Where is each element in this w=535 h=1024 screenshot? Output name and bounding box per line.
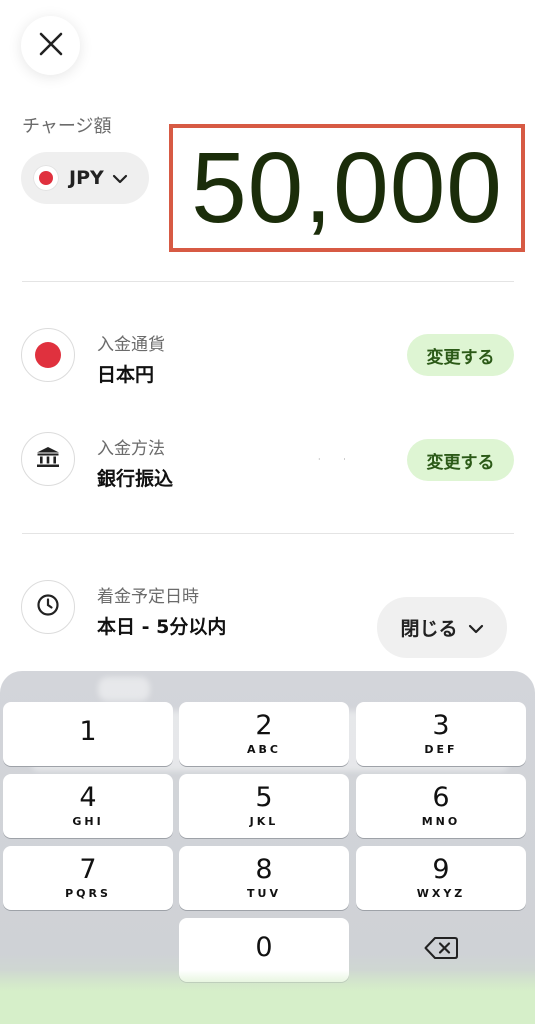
key-3[interactable]: 3 DEF [356, 702, 526, 766]
divider [22, 533, 514, 534]
key-letters: GHI [72, 815, 104, 829]
divider [22, 281, 514, 282]
key-5[interactable]: 5 JKL [179, 774, 349, 838]
deposit-method-icon [21, 432, 75, 486]
japan-flag-icon [33, 165, 59, 191]
key-letters: PQRS [65, 887, 111, 901]
blurred-background [98, 677, 150, 701]
change-currency-button[interactable]: 変更する [407, 334, 514, 376]
key-7[interactable]: 7 PQRS [3, 846, 173, 910]
key-digit: 3 [432, 709, 450, 741]
key-2[interactable]: 2 ABC [179, 702, 349, 766]
key-letters: ABC [247, 743, 281, 757]
key-digit: 5 [255, 781, 273, 813]
deposit-currency-icon [21, 328, 75, 382]
currency-code: JPY [69, 167, 104, 189]
key-digit: 4 [79, 781, 97, 813]
key-letters: TUV [247, 887, 281, 901]
key-8[interactable]: 8 TUV [179, 846, 349, 910]
deposit-currency-value: 日本円 [97, 364, 155, 386]
currency-selector[interactable]: JPY [21, 152, 149, 204]
key-9[interactable]: 9 WXYZ [356, 846, 526, 910]
amount-value: 50,000 [191, 132, 503, 244]
collapse-button[interactable]: 閉じる [377, 597, 507, 658]
key-6[interactable]: 6 MNO [356, 774, 526, 838]
key-letters: DEF [424, 743, 458, 757]
close-icon [39, 32, 63, 60]
bank-icon [36, 446, 60, 472]
key-letters: JKL [249, 815, 279, 829]
arrival-time-value: 本日 - 5分以内 [97, 616, 227, 638]
clock-icon [36, 593, 60, 621]
key-digit: 7 [79, 853, 97, 885]
change-method-button[interactable]: 変更する [407, 439, 514, 481]
amount-label: チャージ額 [22, 116, 112, 137]
key-digit: 1 [79, 715, 97, 747]
decorative-dots: · · [318, 455, 356, 464]
arrival-time-icon [21, 580, 75, 634]
chevron-down-icon [112, 169, 128, 188]
arrival-time-label: 着金予定日時 [97, 587, 199, 607]
amount-display[interactable]: 50,000 [169, 124, 525, 252]
japan-flag-icon [35, 342, 61, 368]
close-button[interactable] [21, 16, 80, 75]
deposit-currency-label: 入金通貨 [97, 335, 165, 355]
key-digit: 2 [255, 709, 273, 741]
collapse-label: 閉じる [400, 618, 458, 640]
key-digit: 9 [432, 853, 450, 885]
chevron-down-icon [468, 617, 484, 639]
key-1[interactable]: 1 [3, 702, 173, 766]
backspace-icon [424, 936, 458, 964]
bottom-action-bar [0, 970, 535, 1024]
key-digit: 8 [255, 853, 273, 885]
deposit-method-label: 入金方法 [97, 439, 165, 459]
key-digit: 6 [432, 781, 450, 813]
deposit-method-value: 銀行振込 [97, 468, 174, 490]
key-letters: WXYZ [416, 887, 466, 901]
key-letters: MNO [421, 815, 461, 829]
key-digit: 0 [255, 931, 273, 963]
key-4[interactable]: 4 GHI [3, 774, 173, 838]
